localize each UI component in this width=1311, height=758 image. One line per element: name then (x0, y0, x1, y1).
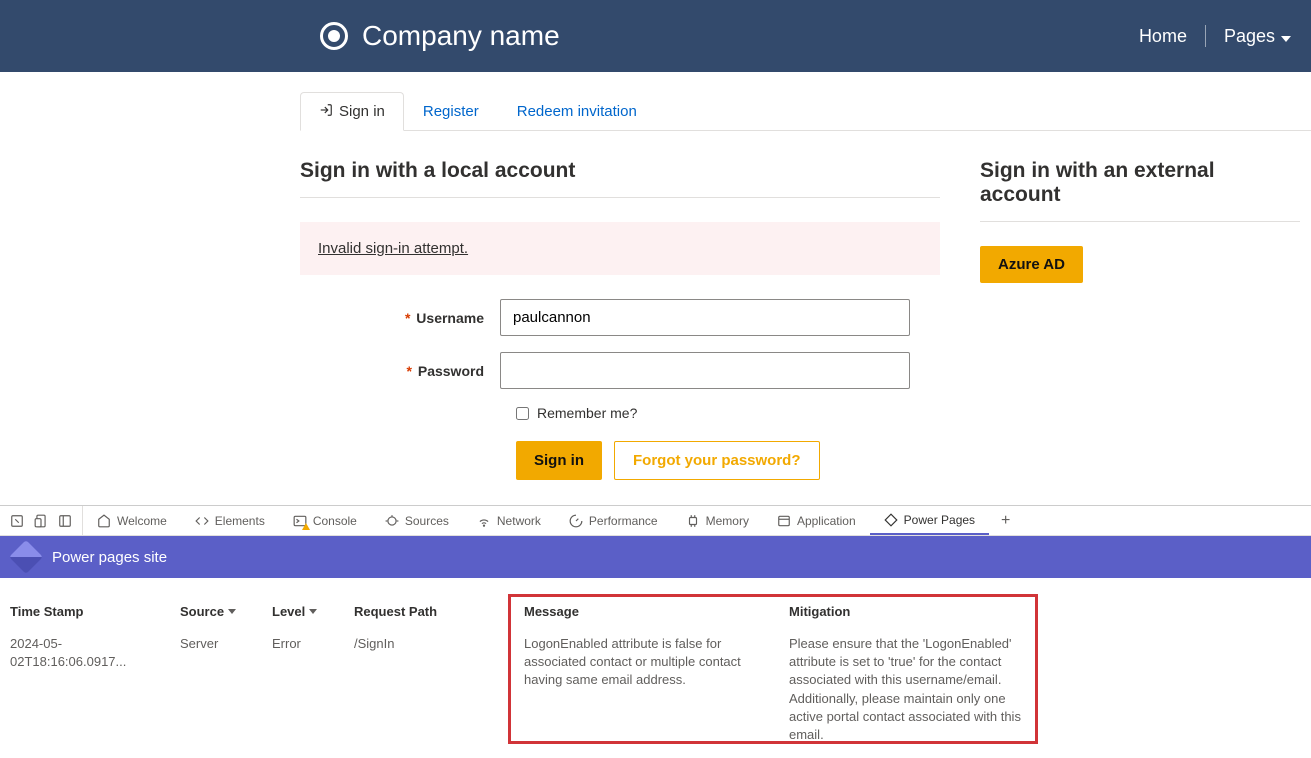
nav-home-link[interactable]: Home (1139, 26, 1187, 47)
brand-block: Company name (320, 20, 560, 52)
chevron-down-icon (309, 609, 317, 614)
col-request-path[interactable]: Request Path (354, 604, 524, 619)
remember-row: Remember me? (516, 405, 940, 421)
devtools-tab-label: Sources (405, 514, 449, 528)
devtools-tab-elements[interactable]: Elements (181, 506, 279, 535)
devtools-tab-power-pages[interactable]: Power Pages (870, 506, 989, 535)
remember-checkbox[interactable] (516, 407, 529, 420)
bug-icon (385, 514, 399, 528)
cell-request-path: /SignIn (354, 635, 524, 744)
nav-pages-dropdown[interactable]: Pages (1224, 26, 1291, 47)
local-signin-heading: Sign in with a local account (300, 159, 940, 183)
password-label: * Password (300, 363, 500, 379)
username-input[interactable] (500, 299, 910, 336)
devtools-tab-label: Power Pages (904, 513, 975, 527)
col-level[interactable]: Level (272, 604, 354, 619)
page-content: Sign in Register Redeem invitation Sign … (0, 92, 1311, 480)
devtools-tab-label: Console (313, 514, 357, 528)
devtools-tab-application[interactable]: Application (763, 506, 870, 535)
app-header: Company name Home Pages (0, 0, 1311, 72)
signin-button[interactable]: Sign in (516, 441, 602, 480)
username-label-text: Username (416, 310, 484, 326)
device-icon[interactable] (34, 514, 48, 528)
signin-icon (319, 103, 333, 120)
devtools-tab-welcome[interactable]: Welcome (83, 506, 181, 535)
azure-ad-button[interactable]: Azure AD (980, 246, 1083, 283)
wifi-icon (477, 514, 491, 528)
window-icon (777, 514, 791, 528)
power-pages-header: Power pages site (0, 536, 1311, 578)
cell-timestamp: 2024-05-02T18:16:06.0917... (10, 635, 180, 744)
external-signin-heading: Sign in with an external account (980, 159, 1300, 207)
signin-columns: Sign in with a local account Invalid sig… (300, 131, 1310, 480)
username-label: * Username (300, 310, 500, 326)
password-label-text: Password (418, 363, 484, 379)
inspect-icon[interactable] (10, 514, 24, 528)
col-source[interactable]: Source (180, 604, 272, 619)
cell-message: LogonEnabled attribute is false for asso… (524, 635, 789, 744)
section-divider (980, 221, 1300, 222)
remember-label: Remember me? (537, 405, 637, 421)
devtools-tab-label: Memory (706, 514, 749, 528)
chevron-down-icon (1281, 36, 1291, 42)
header-nav: Home Pages (1139, 25, 1291, 47)
col-message[interactable]: Message (524, 604, 789, 619)
devtools-tab-sources[interactable]: Sources (371, 506, 463, 535)
cell-source: Server (180, 635, 272, 744)
console-icon (293, 514, 307, 528)
code-icon (195, 514, 209, 528)
brand-name: Company name (362, 20, 560, 52)
cell-mitigation: Please ensure that the 'LogonEnabled' at… (789, 635, 1049, 744)
section-divider (300, 197, 940, 198)
col-timestamp[interactable]: Time Stamp (10, 604, 180, 619)
cell-level: Error (272, 635, 354, 744)
devtools-tab-performance[interactable]: Performance (555, 506, 672, 535)
chip-icon (686, 514, 700, 528)
password-row: * Password (300, 352, 940, 389)
chevron-down-icon (228, 609, 236, 614)
power-pages-title: Power pages site (52, 549, 167, 566)
devtools-tab-network[interactable]: Network (463, 506, 555, 535)
devtools-tabs: Welcome Elements Console Sources Network… (0, 506, 1311, 536)
local-signin-section: Sign in with a local account Invalid sig… (300, 159, 940, 480)
nav-divider (1205, 25, 1206, 47)
nav-pages-label: Pages (1224, 26, 1275, 46)
devtools-panel: Welcome Elements Console Sources Network… (0, 505, 1311, 749)
auth-tabs: Sign in Register Redeem invitation (300, 92, 1311, 131)
password-input[interactable] (500, 352, 910, 389)
devtools-tab-label: Welcome (117, 514, 167, 528)
tab-register[interactable]: Register (404, 92, 498, 130)
log-row[interactable]: 2024-05-02T18:16:06.0917... Server Error… (10, 635, 1301, 744)
brand-logo-icon (320, 22, 348, 50)
home-icon (97, 514, 111, 528)
username-row: * Username (300, 299, 940, 336)
gauge-icon (569, 514, 583, 528)
devtools-tab-label: Elements (215, 514, 265, 528)
power-pages-logo-icon (9, 540, 43, 574)
devtools-toolbar-icons (0, 506, 83, 535)
external-signin-section: Sign in with an external account Azure A… (980, 159, 1300, 480)
devtools-tab-label: Performance (589, 514, 658, 528)
tab-redeem[interactable]: Redeem invitation (498, 92, 656, 130)
devtools-tab-console[interactable]: Console (279, 506, 371, 535)
signin-error-alert: Invalid sign-in attempt. (300, 222, 940, 275)
col-mitigation[interactable]: Mitigation (789, 604, 1049, 619)
dock-icon[interactable] (58, 514, 72, 528)
signin-buttons: Sign in Forgot your password? (516, 441, 940, 480)
devtools-tab-label: Application (797, 514, 856, 528)
devtools-tab-label: Network (497, 514, 541, 528)
log-table-header: Time Stamp Source Level Request Path Mes… (10, 592, 1301, 635)
devtools-add-tab[interactable]: + (989, 512, 1022, 530)
power-pages-icon (884, 513, 898, 527)
signin-error-text: Invalid sign-in attempt. (318, 240, 468, 257)
devtools-tab-memory[interactable]: Memory (672, 506, 763, 535)
tab-signin[interactable]: Sign in (300, 92, 404, 131)
forgot-password-button[interactable]: Forgot your password? (614, 441, 820, 480)
log-table: Time Stamp Source Level Request Path Mes… (0, 578, 1311, 758)
tab-signin-label: Sign in (339, 103, 385, 120)
